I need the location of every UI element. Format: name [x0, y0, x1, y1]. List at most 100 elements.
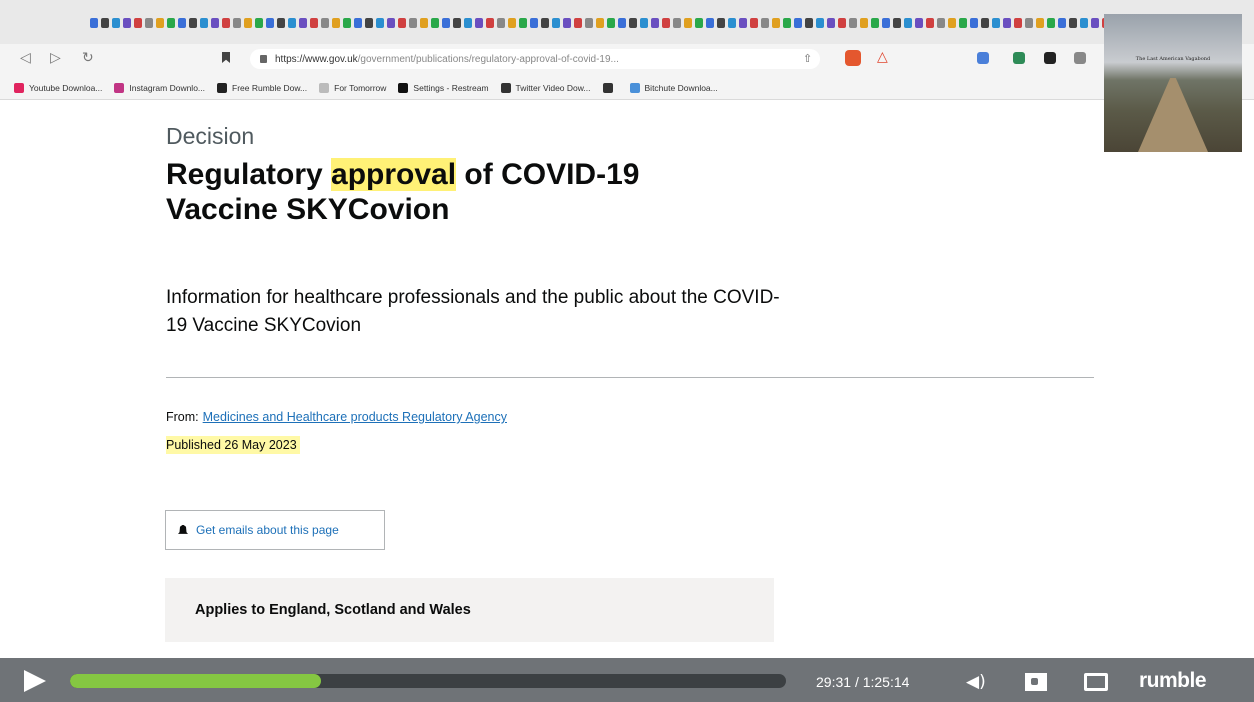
- tab-favicon-icon[interactable]: [552, 18, 560, 28]
- bookmark-item[interactable]: Instagram Downlo...: [114, 82, 205, 93]
- bookmark-item[interactable]: Bitchute Downloa...: [629, 82, 718, 93]
- tab-favicon-icon[interactable]: [508, 18, 516, 28]
- tab-favicon-icon[interactable]: [354, 18, 362, 28]
- volume-icon[interactable]: ◀): [966, 672, 986, 692]
- tab-favicon-icon[interactable]: [244, 18, 252, 28]
- tab-favicon-icon[interactable]: [871, 18, 879, 28]
- tab-favicon-icon[interactable]: [332, 18, 340, 28]
- tab-favicon-icon[interactable]: [376, 18, 384, 28]
- tab-favicon-icon[interactable]: [266, 18, 274, 28]
- email-subscribe-button[interactable]: Get emails about this page: [165, 510, 385, 550]
- tab-favicon-icon[interactable]: [343, 18, 351, 28]
- tab-favicon-icon[interactable]: [816, 18, 824, 28]
- tab-favicon-icon[interactable]: [970, 18, 978, 28]
- tab-favicon-icon[interactable]: [431, 18, 439, 28]
- tab-favicon-icon[interactable]: [288, 18, 296, 28]
- tab-favicon-icon[interactable]: [222, 18, 230, 28]
- tab-favicon-icon[interactable]: [585, 18, 593, 28]
- tab-favicon-icon[interactable]: [882, 18, 890, 28]
- tab-favicon-icon[interactable]: [794, 18, 802, 28]
- bookmark-item[interactable]: For Tomorrow: [319, 82, 386, 93]
- tab-favicon-icon[interactable]: [90, 18, 98, 28]
- tab-favicon-icon[interactable]: [310, 18, 318, 28]
- tab-favicon-icon[interactable]: [530, 18, 538, 28]
- tab-favicon-icon[interactable]: [761, 18, 769, 28]
- brave-shields-icon[interactable]: [845, 50, 861, 66]
- tab-favicon-icon[interactable]: [937, 18, 945, 28]
- tab-favicon-icon[interactable]: [1080, 18, 1088, 28]
- tab-favicon-icon[interactable]: [398, 18, 406, 28]
- tab-favicon-icon[interactable]: [541, 18, 549, 28]
- translate-extension-icon[interactable]: [977, 52, 989, 64]
- tab-favicon-icon[interactable]: [640, 18, 648, 28]
- bookmark-item[interactable]: Youtube Downloa...: [14, 82, 102, 93]
- tab-favicon-icon[interactable]: [893, 18, 901, 28]
- tab-favicon-icon[interactable]: [145, 18, 153, 28]
- tab-favicon-icon[interactable]: [1058, 18, 1066, 28]
- tab-favicon-icon[interactable]: [728, 18, 736, 28]
- tab-favicon-icon[interactable]: [739, 18, 747, 28]
- tab-favicon-icon[interactable]: [420, 18, 428, 28]
- tab-favicon-icon[interactable]: [1069, 18, 1077, 28]
- tab-favicon-icon[interactable]: [926, 18, 934, 28]
- tab-favicon-icon[interactable]: [706, 18, 714, 28]
- tab-favicon-icon[interactable]: [497, 18, 505, 28]
- agency-link[interactable]: Medicines and Healthcare products Regula…: [203, 410, 507, 424]
- tab-favicon-icon[interactable]: [948, 18, 956, 28]
- tab-favicon-icon[interactable]: [651, 18, 659, 28]
- tab-favicon-icon[interactable]: [299, 18, 307, 28]
- tab-favicon-icon[interactable]: [123, 18, 131, 28]
- tab-favicon-icon[interactable]: [904, 18, 912, 28]
- address-bar[interactable]: https://www.gov.uk/government/publicatio…: [250, 49, 820, 69]
- tab-favicon-icon[interactable]: [805, 18, 813, 28]
- tab-favicon-icon[interactable]: [607, 18, 615, 28]
- tab-favicon-icon[interactable]: [1091, 18, 1099, 28]
- forward-icon[interactable]: ▷: [50, 50, 61, 66]
- tab-favicon-icon[interactable]: [486, 18, 494, 28]
- tab-favicon-icon[interactable]: [750, 18, 758, 28]
- progress-bar[interactable]: [70, 674, 786, 688]
- tab-favicon-icon[interactable]: [277, 18, 285, 28]
- tab-favicon-icon[interactable]: [574, 18, 582, 28]
- tab-favicon-icon[interactable]: [387, 18, 395, 28]
- tab-favicon-icon[interactable]: [673, 18, 681, 28]
- tab-favicon-icon[interactable]: [827, 18, 835, 28]
- bookmark-item[interactable]: [602, 82, 618, 93]
- tab-favicon-icon[interactable]: [981, 18, 989, 28]
- tab-favicon-icon[interactable]: [783, 18, 791, 28]
- play-icon[interactable]: [24, 670, 46, 692]
- tab-favicon-icon[interactable]: [409, 18, 417, 28]
- tab-favicon-icon[interactable]: [156, 18, 164, 28]
- tab-favicon-icon[interactable]: [475, 18, 483, 28]
- tab-favicon-icon[interactable]: [1036, 18, 1044, 28]
- back-icon[interactable]: ◁: [20, 50, 31, 66]
- extensions-puzzle-icon[interactable]: [1044, 52, 1056, 64]
- tab-favicon-icon[interactable]: [860, 18, 868, 28]
- tab-favicon-icon[interactable]: [1003, 18, 1011, 28]
- tab-favicon-icon[interactable]: [167, 18, 175, 28]
- tab-favicon-icon[interactable]: [629, 18, 637, 28]
- tab-favicon-icon[interactable]: [717, 18, 725, 28]
- tab-favicon-icon[interactable]: [684, 18, 692, 28]
- tab-favicon-icon[interactable]: [662, 18, 670, 28]
- tab-favicon-icon[interactable]: [178, 18, 186, 28]
- screenshot-icon[interactable]: [1025, 673, 1047, 691]
- tab-favicon-icon[interactable]: [464, 18, 472, 28]
- rumble-logo[interactable]: rumble: [1139, 669, 1207, 693]
- tab-favicon-icon[interactable]: [959, 18, 967, 28]
- tab-favicon-icon[interactable]: [838, 18, 846, 28]
- tab-favicon-icon[interactable]: [200, 18, 208, 28]
- tab-favicon-icon[interactable]: [849, 18, 857, 28]
- tab-favicon-icon[interactable]: [1014, 18, 1022, 28]
- reading-list-icon[interactable]: [1074, 52, 1086, 64]
- tab-favicons[interactable]: [90, 18, 1143, 28]
- tab-favicon-icon[interactable]: [563, 18, 571, 28]
- tab-favicon-icon[interactable]: [695, 18, 703, 28]
- bookmark-item[interactable]: Twitter Video Dow...: [500, 82, 591, 93]
- tab-favicon-icon[interactable]: [233, 18, 241, 28]
- tab-favicon-icon[interactable]: [189, 18, 197, 28]
- tab-favicon-icon[interactable]: [134, 18, 142, 28]
- tab-favicon-icon[interactable]: [618, 18, 626, 28]
- bookmark-item[interactable]: Settings - Restream: [398, 82, 489, 93]
- tab-favicon-icon[interactable]: [442, 18, 450, 28]
